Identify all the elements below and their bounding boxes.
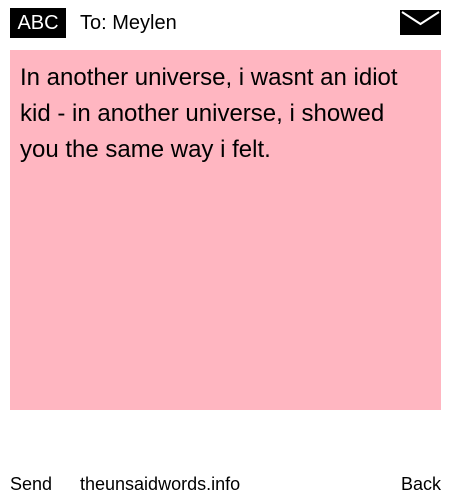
site-label: theunsaidwords.info — [80, 474, 241, 494]
back-button[interactable]: Back — [401, 472, 441, 496]
message-note: In another universe, i wasnt an idiot ki… — [10, 50, 441, 410]
envelope-icon[interactable] — [400, 10, 441, 35]
send-button[interactable]: Send — [10, 472, 52, 496]
message-text: In another universe, i wasnt an idiot ki… — [20, 64, 398, 163]
recipient-label: To: Meylen — [80, 12, 177, 34]
abc-badge: ABC — [10, 8, 66, 38]
